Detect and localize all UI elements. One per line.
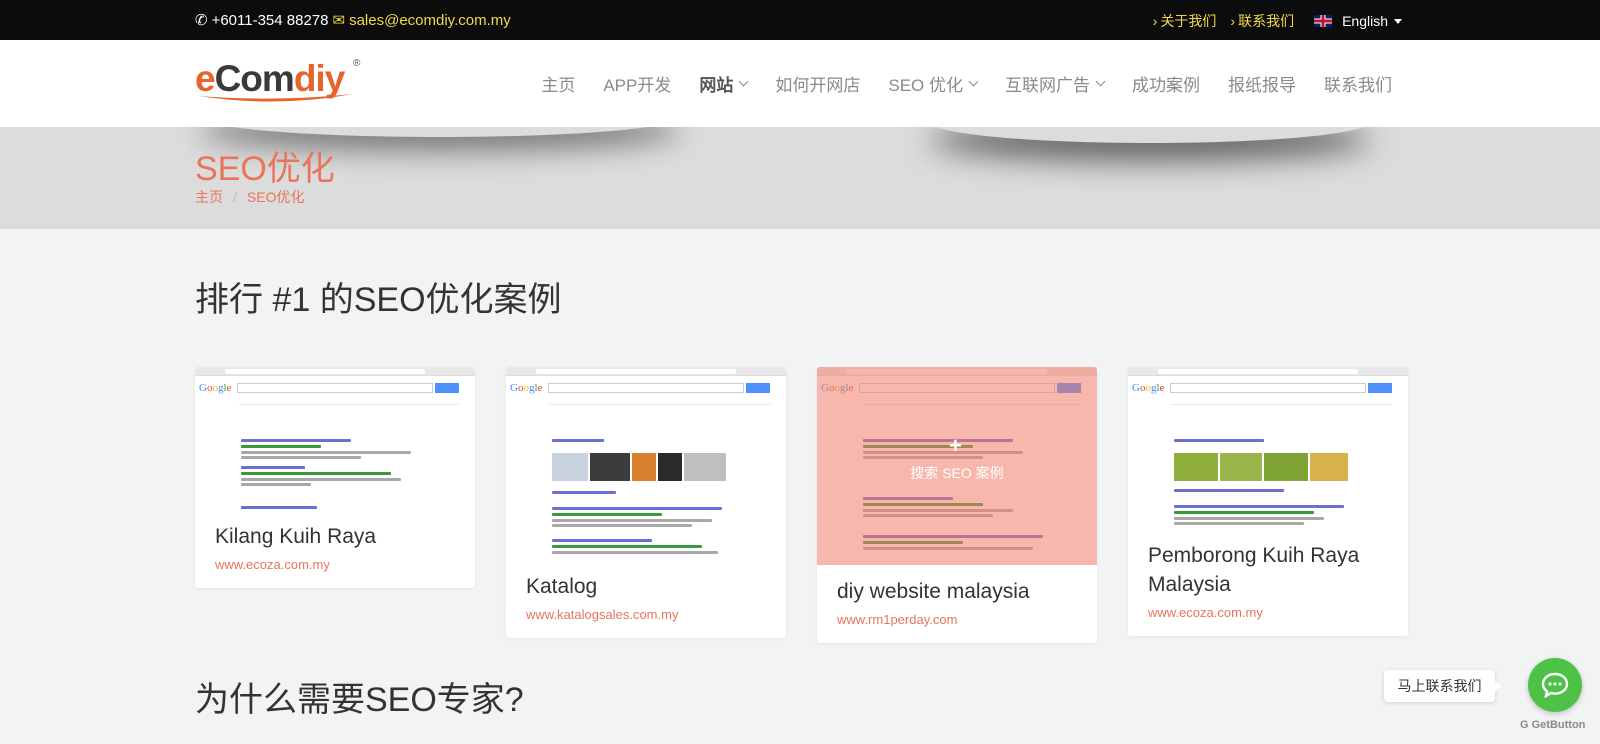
phone-icon: ✆ — [195, 12, 208, 29]
case-card[interactable]: Google Katalog www.katalogsales.com.my — [506, 367, 786, 638]
chevron-down-icon — [968, 76, 979, 87]
card-title: Katalog — [526, 575, 598, 598]
case-card[interactable]: Google Pemborong Kuih Raya Malaysia www.… — [1128, 367, 1408, 636]
breadcrumb: 主页 / SEO优化 — [195, 189, 305, 205]
envelope-icon: ✉ — [332, 12, 346, 29]
uk-flag-icon — [1314, 15, 1333, 27]
google-logo: Google — [510, 382, 543, 394]
card-url[interactable]: www.katalogsales.com.my — [506, 607, 786, 638]
search-screenshot: Google — [1128, 367, 1408, 535]
top-bar: ✆ +6011-354 88278 ✉ sales@ecomdiy.com.my… — [0, 0, 1600, 40]
getbutton-brand[interactable]: G GetButton — [1520, 719, 1585, 731]
google-logo: Google — [1132, 382, 1165, 394]
nav-press[interactable]: 报纸报导 — [1228, 71, 1296, 96]
contact-link[interactable]: › 联系我们 — [1230, 11, 1294, 31]
nav-website[interactable]: 网站 — [699, 71, 749, 96]
section-heading: 排行 #1 的SEO优化案例 — [195, 281, 562, 319]
page-banner: SEO优化 主页 / SEO优化 — [0, 127, 1600, 229]
email-link[interactable]: sales@ecomdiy.com.my — [349, 12, 511, 29]
breadcrumb-current: SEO优化 — [246, 189, 305, 205]
chat-label[interactable]: 马上联系我们 — [1384, 670, 1501, 702]
search-screenshot: Google + 搜索 SEO 案例 — [817, 367, 1097, 565]
case-card[interactable]: Google Kilang Kuih Raya www.ecoza.com.my — [195, 367, 475, 588]
language-selector[interactable]: English — [1314, 13, 1402, 29]
nav-open-shop[interactable]: 如何开网店 — [775, 71, 860, 96]
nav-home[interactable]: 主页 — [541, 71, 575, 96]
case-card[interactable]: Google + 搜索 SEO 案例 diy website malaysia … — [817, 367, 1097, 643]
site-header: eComdiy ® 主页 APP开发 网站 如何开网店 SEO 优化 互联网广告… — [0, 40, 1600, 127]
search-screenshot: Google — [506, 367, 786, 572]
site-logo[interactable]: eComdiy ® — [195, 56, 365, 108]
language-label: English — [1342, 13, 1388, 29]
chevron-right-icon: › — [1230, 13, 1236, 29]
nav-seo[interactable]: SEO 优化 — [888, 71, 979, 96]
card-hover-overlay[interactable]: + 搜索 SEO 案例 — [817, 367, 1097, 565]
breadcrumb-home[interactable]: 主页 — [195, 189, 223, 205]
card-title: Kilang Kuih Raya — [215, 525, 377, 548]
card-url[interactable]: www.rm1perday.com — [817, 612, 1097, 643]
google-logo: Google — [199, 382, 232, 394]
caret-down-icon — [1394, 18, 1402, 24]
nav-internet-ads[interactable]: 互联网广告 — [1005, 71, 1106, 96]
card-url[interactable]: www.ecoza.com.my — [195, 557, 475, 588]
nav-cases[interactable]: 成功案例 — [1132, 71, 1200, 96]
chevron-down-icon — [1095, 76, 1106, 87]
section-heading-2: 为什么需要SEO专家? — [195, 681, 524, 719]
overlay-label: 搜索 SEO 案例 — [910, 465, 1004, 481]
phone-number[interactable]: +6011-354 88278 — [212, 12, 329, 29]
g-icon: G — [1520, 719, 1529, 731]
contact-info: ✆ +6011-354 88278 ✉ sales@ecomdiy.com.my — [195, 11, 511, 30]
chat-button[interactable] — [1528, 658, 1582, 712]
chat-bubble-icon — [1541, 672, 1569, 698]
nav-contact[interactable]: 联系我们 — [1324, 71, 1392, 96]
search-screenshot: Google — [195, 367, 475, 522]
card-url[interactable]: www.ecoza.com.my — [1128, 605, 1408, 636]
chevron-down-icon — [738, 76, 749, 87]
chevron-right-icon: › — [1152, 13, 1158, 29]
card-title: Pemborong Kuih Raya Malaysia — [1148, 544, 1360, 596]
plus-icon: + — [949, 433, 962, 458]
card-title: diy website malaysia — [837, 580, 1030, 603]
top-links: › 关于我们 › 联系我们 English — [1139, 11, 1402, 31]
nav-app-dev[interactable]: APP开发 — [603, 71, 671, 96]
about-link[interactable]: › 关于我们 — [1153, 11, 1217, 31]
main-nav: 主页 APP开发 网站 如何开网店 SEO 优化 互联网广告 成功案例 报纸报导… — [513, 71, 1392, 96]
page-title: SEO优化 — [195, 150, 335, 188]
